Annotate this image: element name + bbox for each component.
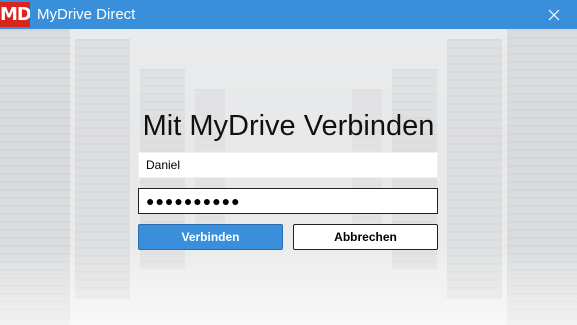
password-field[interactable]: [138, 188, 438, 214]
login-panel: Mit MyDrive Verbinden Verbinden Abbreche…: [0, 29, 577, 325]
title-bar: MD MyDrive Direct: [0, 0, 577, 29]
close-button[interactable]: [531, 0, 577, 29]
username-field[interactable]: [138, 152, 438, 178]
window-title: MyDrive Direct: [37, 6, 136, 23]
connect-button[interactable]: Verbinden: [138, 224, 283, 250]
app-logo: MD: [0, 2, 30, 27]
page-title: Mit MyDrive Verbinden: [142, 110, 435, 142]
cancel-button[interactable]: Abbrechen: [293, 224, 438, 250]
close-icon: [548, 9, 560, 20]
